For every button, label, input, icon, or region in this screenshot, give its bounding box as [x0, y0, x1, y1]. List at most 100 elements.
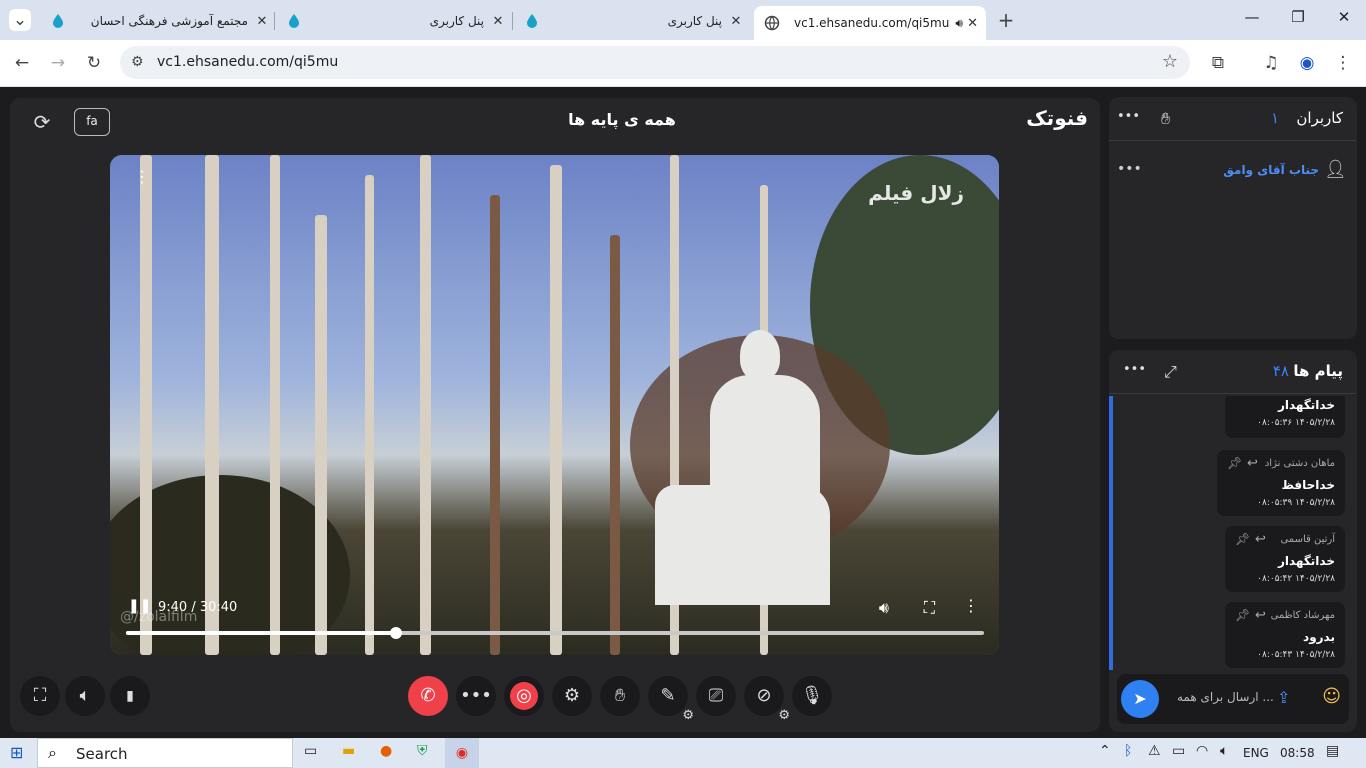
reply-icon[interactable]: ↩ [1255, 532, 1266, 547]
pause-icon[interactable]: ❚❚ [128, 598, 151, 614]
input-language[interactable]: ENG [1243, 746, 1269, 766]
chrome-icon[interactable]: ◉ [445, 738, 479, 768]
new-tab-button[interactable]: + [995, 9, 1017, 31]
message-item: خداتگهدار ۰۸:۰۵:۳۶ ۱۴۰۵/۲/۲۸ [1225, 396, 1345, 438]
reply-icon[interactable]: ↩ [1247, 456, 1258, 471]
message-time: ۰۸:۰۵:۴۲ ۱۴۰۵/۲/۲۸ [1257, 574, 1335, 584]
clock[interactable]: 08:58 [1280, 746, 1315, 766]
task-view-icon[interactable]: ▭ [304, 743, 317, 763]
reply-icon[interactable]: ↩ [1255, 608, 1266, 623]
video-time: 9:40 / 30:40 [158, 600, 238, 615]
site-settings-icon[interactable]: ⚙︎ [131, 54, 144, 70]
message-list[interactable]: خداتگهدار ۰۸:۰۵:۳۶ ۱۴۰۵/۲/۲۸ ماهان دشتی … [1109, 396, 1357, 670]
more-icon[interactable]: ••• [1117, 109, 1140, 124]
tab-panel-2[interactable]: پنل کاربری ✕ [518, 6, 744, 36]
mic-off-button[interactable]: 🎙︎ [792, 676, 832, 716]
browser-toolbar: ← → ↻ ⚙︎ vc1.ehsanedu.com/qi5mu ☆ ⧉ ♫ ◉ … [0, 40, 1366, 86]
attach-icon[interactable]: ⇪ [1277, 688, 1290, 707]
forward-icon[interactable]: → [47, 52, 69, 74]
pin-icon[interactable]: 📌︎ [1235, 608, 1250, 622]
search-icon: ⌕ [48, 743, 57, 762]
users-panel: کاربران ۱ ✋︎ ••• 👤︎ جناب آقای وامق ••• [1109, 97, 1357, 339]
tab-title: مجتمع آموزشی فرهنگی احسان [90, 14, 248, 28]
seek-bar[interactable] [126, 627, 984, 639]
speaker-button[interactable]: 🔈︎ [65, 676, 105, 716]
volume-tray-icon[interactable]: 🔈︎ [1220, 743, 1228, 763]
camera-off-button[interactable]: ⊘ ⚙ [744, 676, 790, 722]
message-item: مهرشاد کاظمی ↩ 📌︎ بدرود ۰۸:۰۵:۴۳ ۱۴۰۵/۲/… [1225, 602, 1345, 668]
raise-hand-icon[interactable]: ✋︎ [1161, 109, 1170, 129]
tab-panel-1[interactable]: پنل کاربری ✕ [280, 6, 506, 36]
notifications-icon[interactable]: ▤ [1326, 743, 1339, 763]
tray-chevron-icon[interactable]: ⌃ [1099, 743, 1111, 763]
windows-start-icon[interactable]: ⊞ [10, 743, 23, 763]
url-text[interactable]: vc1.ehsanedu.com/qi5mu [157, 54, 338, 70]
minimize-button[interactable]: — [1237, 8, 1267, 32]
fullscreen-button[interactable]: ⛶ [20, 676, 60, 716]
window-close-button[interactable]: ✕ [1329, 8, 1359, 32]
raise-hand-button[interactable]: ✋︎ [600, 676, 640, 716]
address-bar[interactable]: ⚙︎ vc1.ehsanedu.com/qi5mu ☆ [120, 46, 1190, 79]
scrollbar[interactable] [1109, 396, 1113, 670]
network-warning-icon[interactable]: ⚠ [1148, 743, 1161, 763]
record-button[interactable]: ◎ [504, 676, 544, 716]
message-text: بدرود [1303, 630, 1335, 644]
video-stage: ⟳ fa همه ی پایه ها فنوتک زلال فیلم @/zol… [10, 98, 1100, 732]
tab-title: پنل کاربری [429, 14, 484, 28]
wifi-icon[interactable]: ◠ [1196, 743, 1208, 763]
bookmark-star-icon[interactable]: ☆ [1162, 51, 1178, 72]
more-actions-button[interactable]: ••• [456, 676, 496, 716]
hang-up-button[interactable]: ✆ [408, 676, 448, 716]
pin-icon[interactable]: 📌︎ [1227, 456, 1242, 470]
users-count: ۱ [1270, 109, 1279, 127]
tree-trunk [315, 215, 327, 655]
channel-watermark: زلال فیلم [868, 181, 964, 205]
reload-icon[interactable]: ↻ [83, 52, 105, 74]
message-composer[interactable]: ➤ ارسال برای همه ... ⇪ ☺ [1117, 674, 1349, 724]
message-time: ۰۸:۰۵:۳۶ ۱۴۰۵/۲/۲۸ [1257, 418, 1335, 428]
profile-icon[interactable]: ◉ [1296, 52, 1318, 74]
signal-bars-icon[interactable]: ▮ [110, 676, 150, 716]
classroom-page: ⟳ fa همه ی پایه ها فنوتک زلال فیلم @/zol… [0, 87, 1366, 738]
bluetooth-icon[interactable]: ᛒ [1124, 743, 1132, 763]
battery-icon[interactable]: ▭ [1172, 743, 1185, 763]
expand-icon[interactable]: ⤢ [1164, 362, 1177, 382]
security-app-icon[interactable]: ⛨ [417, 743, 428, 763]
more-options-icon[interactable]: ⋮ [963, 596, 979, 615]
user-more-icon[interactable]: ••• [1117, 161, 1142, 177]
screen-share-button[interactable]: ⎚ [696, 676, 736, 716]
video-menu-icon[interactable]: ⋮ [134, 167, 150, 186]
more-icon[interactable]: ••• [1123, 362, 1146, 377]
volume-icon[interactable]: 🔊︎ [879, 598, 889, 618]
taskbar-search[interactable]: ⌕ Search [37, 738, 293, 768]
emoji-icon[interactable]: ☺ [1322, 686, 1341, 707]
drop-favicon-icon [524, 13, 540, 29]
extensions-icon[interactable]: ⧉ [1207, 52, 1229, 74]
tab-close-icon[interactable]: ✕ [490, 14, 506, 29]
tab-ehsan[interactable]: مجتمع آموزشی فرهنگی احسان ✕ [44, 6, 270, 36]
users-title: کاربران [1296, 109, 1343, 127]
tab-close-icon[interactable]: ✕ [254, 14, 270, 29]
tab-close-icon[interactable]: ✕ [967, 16, 978, 31]
firefox-icon[interactable]: ● [380, 743, 392, 763]
video-player[interactable]: زلال فیلم @/zolalfilm ⋮ ❚❚ 9:40 / 30:40 … [110, 155, 999, 655]
tab-search-icon[interactable]: ⌄ [9, 9, 31, 31]
users-header: کاربران ۱ ✋︎ ••• [1109, 97, 1357, 141]
message-input[interactable]: ارسال برای همه ... [1177, 690, 1274, 704]
tab-close-icon[interactable]: ✕ [728, 14, 744, 29]
message-sender: ماهان دشتی نژاد [1264, 458, 1335, 469]
speaker-icon[interactable]: 🔊︎ [955, 16, 967, 31]
settings-button[interactable]: ⚙ [552, 676, 592, 716]
pin-icon[interactable]: 📌︎ [1235, 532, 1250, 546]
whiteboard-pen-button[interactable]: ✎ ⚙ [648, 676, 694, 722]
user-item[interactable]: 👤︎ جناب آقای وامق ••• [1109, 157, 1357, 187]
message-sender: مهرشاد کاظمی [1270, 610, 1335, 621]
fullscreen-icon[interactable]: ⛶ [924, 598, 935, 618]
send-icon[interactable]: ➤ [1121, 680, 1159, 718]
file-explorer-icon[interactable]: ▬ [342, 743, 355, 763]
back-icon[interactable]: ← [11, 52, 33, 74]
chrome-menu-icon[interactable]: ⋮ [1332, 52, 1354, 74]
tab-vc1-active[interactable]: vc1.ehsanedu.com/qi5mu 🔊︎ ✕ [754, 6, 986, 40]
media-control-icon[interactable]: ♫ [1260, 52, 1282, 74]
maximize-button[interactable]: ❐ [1283, 8, 1313, 32]
